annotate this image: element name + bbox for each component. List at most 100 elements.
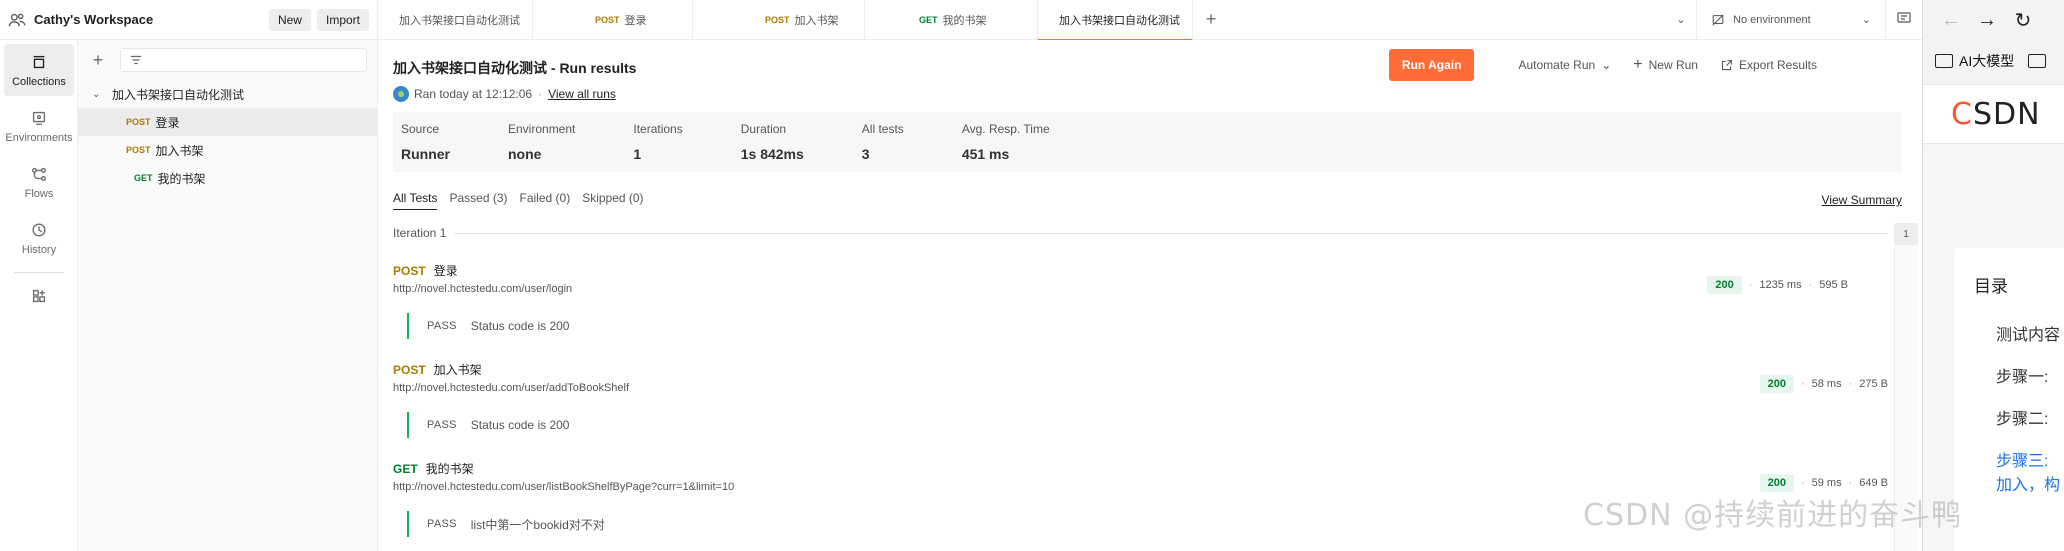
folder-icon[interactable] bbox=[2028, 54, 2047, 68]
rail-item-configure[interactable] bbox=[4, 283, 74, 313]
divider bbox=[454, 232, 1888, 234]
tab-runner[interactable]: 加入书架接口自动化测试 bbox=[1038, 0, 1193, 41]
filter-failed[interactable]: Failed (0) bbox=[520, 191, 571, 209]
view-all-runs-link[interactable]: View all runs bbox=[548, 87, 616, 101]
test-status: PASS bbox=[427, 419, 457, 431]
bookmark-ai-model[interactable]: AI大模型 bbox=[1959, 51, 2014, 71]
separator: · bbox=[1800, 378, 1805, 390]
result-item: POST 加入书架 http://novel.hctestedu.com/use… bbox=[393, 361, 1888, 438]
watermark: CSDN @持续前进的奋斗鸭 bbox=[1583, 498, 1963, 533]
test-result: PASS Status code is 200 bbox=[407, 313, 1888, 339]
flows-icon bbox=[32, 167, 46, 181]
reload-icon[interactable]: ↻ bbox=[2005, 8, 2041, 33]
toc-item[interactable]: 步骤二: bbox=[1974, 405, 2064, 429]
environments-icon bbox=[32, 111, 46, 125]
stat-label: Avg. Resp. Time bbox=[961, 122, 1050, 136]
test-name: Status code is 200 bbox=[470, 418, 570, 432]
sidebar-request-add-shelf[interactable]: POST 加入书架 bbox=[78, 136, 377, 164]
tab-login[interactable]: POST 登录 bbox=[533, 0, 693, 40]
separator: · bbox=[1800, 477, 1805, 489]
rail-item-history[interactable]: History bbox=[4, 212, 74, 264]
response-time: 1235 ms bbox=[1759, 279, 1802, 291]
request-name: 登录 bbox=[433, 264, 458, 278]
tab-label: 登录 bbox=[624, 14, 647, 27]
no-environment-icon bbox=[1712, 13, 1724, 26]
csdn-logo[interactable]: SDN bbox=[1973, 97, 2041, 132]
tab-my-shelf[interactable]: GET 我的书架 bbox=[865, 0, 1038, 40]
forward-arrow-icon[interactable]: → bbox=[1969, 9, 2005, 32]
test-status: PASS bbox=[427, 320, 457, 332]
new-run-label: New Run bbox=[1648, 58, 1698, 72]
request-url: http://novel.hctestedu.com/user/addToBoo… bbox=[393, 382, 630, 394]
apps-icon bbox=[32, 289, 46, 302]
folder-icon bbox=[1935, 54, 1953, 68]
method-badge: POST bbox=[126, 145, 151, 155]
plus-icon: + bbox=[1633, 56, 1643, 73]
rail-item-collections[interactable]: Collections bbox=[4, 44, 74, 96]
new-run-button[interactable]: + New Run bbox=[1633, 56, 1698, 74]
csdn-logo-c: C bbox=[1951, 96, 1973, 132]
response-time: 58 ms bbox=[1811, 378, 1842, 390]
sidebar-request-login[interactable]: POST 登录 bbox=[78, 108, 377, 136]
result-title[interactable]: POST 登录 bbox=[393, 262, 1888, 279]
chevron-down-icon: ⌄ bbox=[1601, 58, 1612, 72]
back-arrow-icon[interactable]: ← bbox=[1933, 9, 1969, 32]
run-again-button[interactable]: Run Again bbox=[1388, 49, 1475, 81]
stat-label: Iterations bbox=[633, 122, 683, 136]
separator: · bbox=[538, 87, 543, 101]
browser-nav: ← → ↻ bbox=[1923, 0, 2064, 40]
collection-item[interactable]: ⌄ 加入书架接口自动化测试 bbox=[78, 80, 377, 108]
result-title[interactable]: POST 加入书架 bbox=[393, 361, 1888, 378]
chevron-down-icon[interactable]: ⌄ bbox=[1666, 13, 1696, 26]
collections-sidebar: + ⌄ 加入书架接口自动化测试 POST 登录 POST 加入书架 GET 我的… bbox=[78, 40, 378, 551]
tabs-right: ⌄ No environment ⌄ bbox=[1666, 0, 1922, 40]
response-size: 275 B bbox=[1859, 378, 1888, 390]
export-icon bbox=[1721, 59, 1732, 70]
tab-add-shelf[interactable]: POST 加入书架 bbox=[693, 0, 865, 40]
run-actions: Run Again Automate Run ⌄ + New Run Expor… bbox=[1388, 49, 1817, 81]
sidebar-request-my-shelf[interactable]: GET 我的书架 bbox=[78, 164, 377, 192]
rail-item-flows[interactable]: Flows bbox=[4, 156, 74, 208]
chevron-down-icon[interactable]: ⌄ bbox=[92, 89, 104, 100]
new-button[interactable]: New bbox=[268, 8, 311, 31]
response-meta: 200 · 1235 ms · 595 B bbox=[1707, 276, 1848, 294]
toc-title: 目录 bbox=[1974, 277, 2008, 296]
result-title[interactable]: GET 我的书架 bbox=[393, 460, 1888, 477]
toc-item[interactable]: 步骤一: bbox=[1974, 363, 2064, 387]
response-meta: 200 · 58 ms · 275 B bbox=[1759, 375, 1888, 393]
automate-run-label: Automate Run bbox=[1518, 58, 1596, 72]
chevron-down-icon: ⌄ bbox=[1861, 14, 1871, 26]
method-badge: GET bbox=[919, 14, 938, 25]
automate-run-button[interactable]: Automate Run ⌄ bbox=[1518, 58, 1611, 72]
filter-icon bbox=[130, 55, 142, 65]
iteration-badge[interactable]: 1 bbox=[1894, 223, 1918, 245]
request-name: 加入书架 bbox=[433, 363, 482, 377]
environment-quick-look-icon[interactable] bbox=[1886, 10, 1922, 29]
rail-item-environments[interactable]: Environments bbox=[4, 100, 74, 152]
test-name: Status code is 200 bbox=[470, 319, 570, 333]
filter-skipped[interactable]: Skipped (0) bbox=[582, 191, 643, 209]
workspace-name[interactable]: Cathy's Workspace bbox=[34, 12, 263, 27]
import-button[interactable]: Import bbox=[316, 8, 369, 31]
status-badge: 200 bbox=[1759, 375, 1794, 393]
stat-value: 1s 842ms bbox=[740, 146, 804, 162]
tab-label: 我的书架 bbox=[942, 14, 987, 27]
environment-selector[interactable]: No environment ⌄ bbox=[1696, 0, 1886, 40]
filter-all-tests[interactable]: All Tests bbox=[393, 191, 438, 210]
method-badge: GET bbox=[393, 461, 418, 476]
add-tab-icon[interactable]: + bbox=[1193, 9, 1229, 30]
rail-item-label: Collections bbox=[12, 75, 66, 88]
filter-passed[interactable]: Passed (3) bbox=[449, 191, 507, 209]
sidebar-search-input[interactable] bbox=[120, 48, 367, 72]
add-collection-icon[interactable]: + bbox=[88, 50, 108, 71]
stat-label: Duration bbox=[740, 122, 787, 136]
stat-value: Runner bbox=[401, 146, 450, 162]
toc-item[interactable]: 测试内容 bbox=[1974, 321, 2064, 345]
toc-item-active[interactable]: 步骤三: bbox=[1974, 447, 2064, 471]
export-results-button[interactable]: Export Results bbox=[1720, 58, 1817, 72]
sidebar-toolbar: + bbox=[78, 40, 377, 80]
tab-collection[interactable]: 加入书架接口自动化测试 bbox=[378, 0, 533, 40]
toc-item-continuation[interactable]: 加入，构 bbox=[1974, 471, 2064, 495]
test-result: PASS Status code is 200 bbox=[407, 412, 1888, 438]
view-summary-link[interactable]: View Summary bbox=[1822, 193, 1902, 207]
